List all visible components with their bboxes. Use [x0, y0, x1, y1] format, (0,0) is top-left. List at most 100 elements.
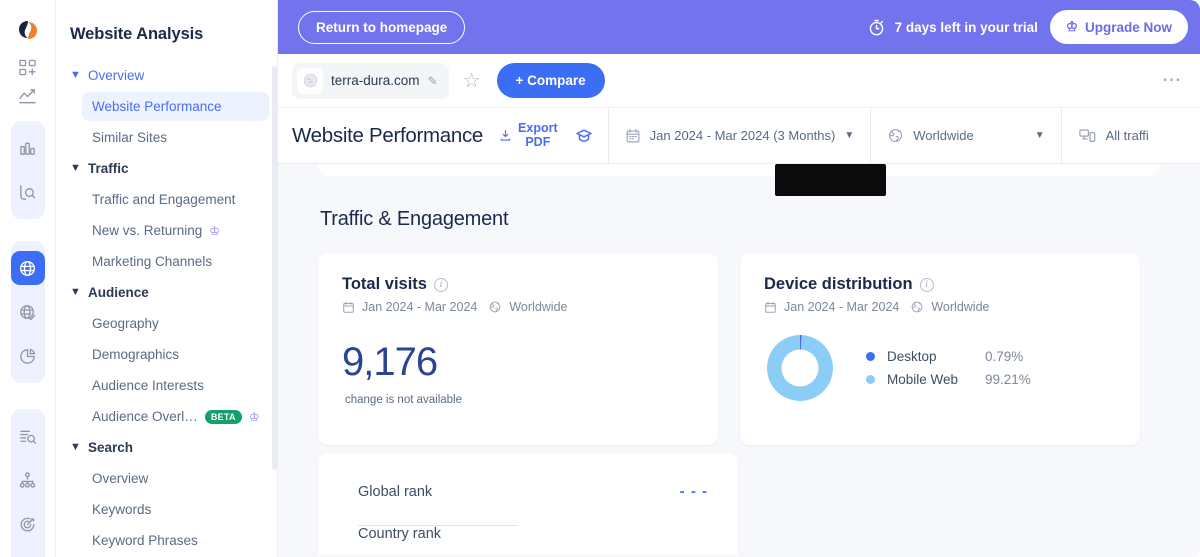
card-region: Worldwide — [931, 300, 989, 314]
export-label: Export PDF — [518, 122, 558, 148]
rail-group-keywords — [11, 409, 45, 557]
sidebar-item-traffic-and-engagement[interactable]: Traffic and Engagement — [82, 185, 269, 214]
upgrade-label: Upgrade Now — [1085, 20, 1172, 35]
card-date-range: Jan 2024 - Mar 2024 — [362, 300, 477, 314]
global-rank-row: Global rank - - - — [358, 483, 708, 525]
research-icon[interactable] — [11, 175, 45, 209]
upgrade-now-button[interactable]: ♔ Upgrade Now — [1050, 10, 1188, 44]
calendar-icon — [342, 301, 355, 314]
kebab-menu-icon[interactable]: ⋯ — [1162, 69, 1182, 92]
traffic-filter-value: All traffi — [1106, 128, 1149, 143]
rail-group-benchmarks — [11, 121, 45, 219]
page-title: Website Performance — [292, 124, 483, 148]
pencil-icon[interactable]: ✎ — [428, 74, 438, 88]
report-content: Traffic & Engagement Total visits i — [278, 164, 1200, 555]
web-analysis-icon[interactable] — [11, 251, 45, 285]
info-icon[interactable]: i — [434, 278, 448, 292]
keyword-research-icon[interactable] — [11, 419, 45, 453]
domain-chip[interactable]: terra-dura.com ✎ — [292, 63, 449, 99]
card-header: Device distribution i — [764, 275, 1116, 294]
sidebar-item-label: Keywords — [92, 502, 151, 517]
sidebar-scrollbar[interactable] — [272, 66, 277, 470]
status-badge: BETA — [205, 410, 242, 424]
sidebar-item-marketing-channels[interactable]: Marketing Channels — [82, 247, 269, 276]
global-rank-label: Global rank — [358, 484, 432, 500]
card-title: Total visits — [342, 275, 427, 294]
return-to-homepage-button[interactable]: Return to homepage — [298, 11, 465, 44]
metric-cards: Total visits i Jan 2024 - Mar 2024 — [278, 231, 1200, 445]
trial-banner-right: 7 days left in your trial ♔ Upgrade Now — [867, 10, 1188, 44]
legend-value: 99.21% — [985, 372, 1031, 387]
legend-label: Mobile Web — [887, 372, 973, 387]
legend-item-mobile-web: Mobile Web 99.21% — [866, 372, 1031, 387]
chevron-down-icon: ▼ — [70, 163, 80, 174]
sidebar-item-website-performance[interactable]: Website Performance — [82, 92, 269, 121]
sidebar-item-label: Similar Sites — [92, 130, 167, 145]
chevron-down-icon: ▼ — [1035, 130, 1045, 141]
globe-icon — [910, 300, 924, 314]
sidebar-item-search-overview[interactable]: Overview — [82, 464, 269, 493]
sidebar-item-label: Traffic and Engagement — [92, 192, 235, 207]
sidebar-item-label: New vs. Returning — [92, 223, 202, 238]
brand-logo-icon[interactable] — [13, 18, 43, 42]
graduation-cap-icon[interactable] — [574, 126, 594, 146]
sidebar-item-audience-overlap[interactable]: Audience Overl… BETA ♔ — [82, 402, 269, 431]
sidebar-group-audience[interactable]: ▼ Audience — [56, 278, 277, 307]
sidebar-group-label: Search — [88, 440, 133, 455]
recommendations-icon[interactable] — [11, 551, 45, 557]
add-dashboard-icon[interactable] — [11, 58, 45, 77]
sidebar-item-new-vs-returning[interactable]: New vs. Returning ♔ — [82, 216, 269, 245]
download-icon — [499, 129, 512, 142]
chevron-down-icon: ▼ — [70, 442, 80, 453]
sidebar: Website Analysis ▼ Overview Website Perf… — [56, 0, 278, 557]
sidebar-item-keyword-phrases[interactable]: Keyword Phrases — [82, 526, 269, 555]
card-header: Total visits i — [342, 275, 694, 294]
globe-icon — [488, 300, 502, 314]
market-share-icon[interactable] — [11, 339, 45, 373]
crown-icon: ♔ — [1066, 19, 1078, 35]
country-rank-label: Country rank — [358, 526, 441, 542]
site-structure-icon[interactable] — [11, 463, 45, 497]
card-region: Worldwide — [509, 300, 567, 314]
traffic-filter-selector[interactable]: All traffi — [1061, 108, 1165, 163]
sidebar-group-search[interactable]: ▼ Search — [56, 433, 277, 462]
sidebar-item-label: Demographics — [92, 347, 179, 362]
sidebar-title: Website Analysis — [56, 0, 277, 44]
date-range-selector[interactable]: Jan 2024 - Mar 2024 (3 Months) ▼ — [608, 108, 871, 163]
report-toolbar: Website Performance Export PDF — [278, 108, 1200, 164]
sidebar-item-keywords[interactable]: Keywords — [82, 495, 269, 524]
compare-button[interactable]: + Compare — [497, 63, 605, 98]
sidebar-group-label: Traffic — [88, 161, 129, 176]
region-selector[interactable]: Worldwide ▼ — [870, 108, 1060, 163]
sidebar-group-label: Overview — [88, 68, 144, 83]
scrolled-card-top-edge — [318, 164, 1160, 176]
star-icon[interactable]: ☆ — [463, 68, 481, 93]
sidebar-group-traffic[interactable]: ▼ Traffic — [56, 154, 277, 183]
web-insights-icon[interactable] — [11, 295, 45, 329]
trial-status: 7 days left in your trial — [867, 18, 1038, 37]
sidebar-item-label: Website Performance — [92, 99, 222, 114]
calendar-icon — [764, 301, 777, 314]
app-window: Website Analysis ▼ Overview Website Perf… — [0, 0, 1200, 557]
info-icon[interactable]: i — [920, 278, 934, 292]
sidebar-item-geography[interactable]: Geography — [82, 309, 269, 338]
global-rank-value: - - - — [680, 483, 708, 500]
chevron-down-icon: ▼ — [70, 70, 80, 81]
sidebar-group-overview[interactable]: ▼ Overview — [56, 61, 277, 90]
device-distribution-card: Device distribution i Jan 2024 - Mar 202… — [740, 253, 1140, 445]
sidebar-group-label: Audience — [88, 285, 149, 300]
trends-icon[interactable] — [11, 87, 45, 106]
toolbar-left: Website Performance Export PDF — [278, 108, 608, 163]
devices-icon — [1078, 126, 1097, 145]
export-pdf-button[interactable]: Export PDF — [499, 122, 558, 148]
export-line-1: Export — [518, 122, 558, 135]
sidebar-item-demographics[interactable]: Demographics — [82, 340, 269, 369]
legend-swatch — [866, 375, 875, 384]
audience-targeting-icon[interactable] — [11, 507, 45, 541]
legend-label: Desktop — [887, 349, 973, 364]
sidebar-item-similar-sites[interactable]: Similar Sites — [82, 123, 269, 152]
change-note: change is not available — [345, 394, 694, 406]
card-subtitle: Jan 2024 - Mar 2024 Worldwide — [764, 300, 1116, 314]
sidebar-item-audience-interests[interactable]: Audience Interests — [82, 371, 269, 400]
benchmarks-icon[interactable] — [11, 131, 45, 165]
